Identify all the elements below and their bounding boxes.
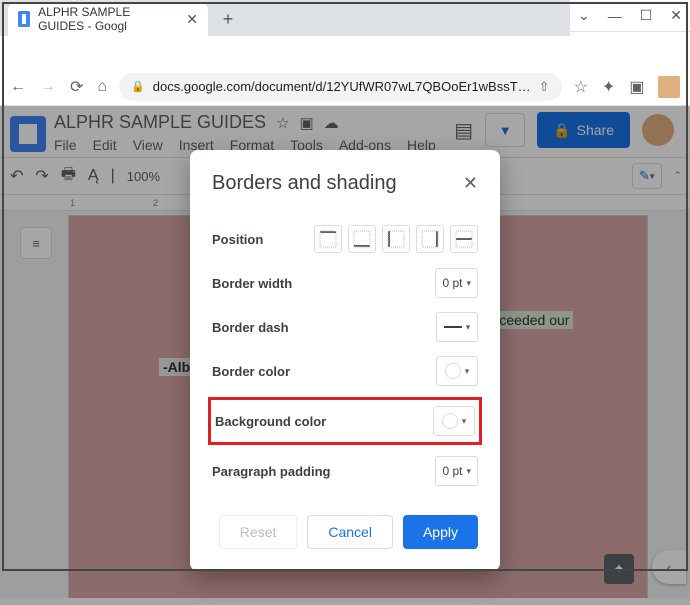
paragraph-padding-label: Paragraph padding: [212, 464, 330, 479]
forward-icon[interactable]: →: [40, 78, 56, 96]
borders-shading-dialog: Borders and shading ✕ Position Border wi…: [190, 150, 500, 571]
window-dropdown-icon[interactable]: ⌄: [578, 7, 590, 24]
browser-toolbar: ← → ⟳ ⌂ 🔒 docs.google.com/document/d/12Y…: [0, 68, 690, 106]
dialog-title: Borders and shading: [212, 172, 397, 195]
border-top-button[interactable]: [314, 225, 342, 253]
paragraph-padding-value: 0 pt: [442, 464, 462, 478]
border-left-button[interactable]: [382, 225, 410, 253]
dash-sample-icon: [444, 326, 462, 328]
color-swatch-icon: [445, 363, 461, 379]
border-width-label: Border width: [212, 276, 292, 291]
url-bar[interactable]: 🔒 docs.google.com/document/d/12YUfWR07wL…: [119, 73, 562, 101]
lock-icon: 🔒: [131, 80, 145, 93]
minimize-icon[interactable]: —: [608, 8, 622, 24]
caret-icon: ▾: [465, 366, 470, 377]
browser-tab[interactable]: ALPHR SAMPLE GUIDES - Googl ✕: [8, 2, 208, 36]
row-paragraph-padding: Paragraph padding 0 pt ▾: [212, 449, 478, 493]
new-tab-button[interactable]: +: [214, 5, 242, 33]
row-border-width: Border width 0 pt ▾: [212, 261, 478, 305]
row-position: Position: [212, 217, 478, 261]
caret-icon: ▾: [466, 278, 471, 289]
home-icon[interactable]: ⌂: [97, 78, 107, 96]
border-width-dropdown[interactable]: 0 pt ▾: [435, 268, 478, 298]
border-width-value: 0 pt: [442, 276, 462, 290]
app-area: ALPHR SAMPLE GUIDES ☆ ▣ ☁ File Edit View…: [0, 106, 690, 605]
paragraph-padding-dropdown[interactable]: 0 pt ▾: [435, 456, 478, 486]
share-url-icon[interactable]: ⇧: [539, 79, 550, 95]
bookmark-star-icon[interactable]: ☆: [574, 77, 588, 97]
docs-favicon-icon: [18, 11, 30, 27]
border-right-button[interactable]: [416, 225, 444, 253]
caret-icon: ▾: [466, 322, 471, 333]
row-background-color: Background color ▾: [208, 397, 482, 445]
url-text: docs.google.com/document/d/12YUfWR07wL7Q…: [153, 79, 531, 94]
border-color-label: Border color: [212, 364, 290, 379]
extensions-icon[interactable]: ✦: [602, 77, 615, 97]
border-dash-label: Border dash: [212, 320, 289, 335]
background-color-dropdown[interactable]: ▾: [433, 406, 475, 436]
dialog-close-icon[interactable]: ✕: [463, 173, 478, 194]
background-color-label: Background color: [215, 414, 326, 429]
border-between-button[interactable]: [450, 225, 478, 253]
close-window-icon[interactable]: ✕: [670, 7, 682, 24]
row-border-color: Border color ▾: [212, 349, 478, 393]
tab-title: ALPHR SAMPLE GUIDES - Googl: [38, 5, 178, 33]
caret-icon: ▾: [462, 416, 467, 427]
browser-profile-avatar[interactable]: [658, 76, 680, 98]
close-tab-icon[interactable]: ✕: [186, 11, 198, 28]
reset-button[interactable]: Reset: [219, 515, 298, 549]
color-swatch-icon: [442, 413, 458, 429]
browser-tab-strip: ALPHR SAMPLE GUIDES - Googl ✕ +: [0, 0, 570, 36]
row-border-dash: Border dash ▾: [212, 305, 478, 349]
side-panel-icon[interactable]: ▣: [629, 77, 644, 97]
reload-icon[interactable]: ⟳: [70, 77, 83, 97]
border-dash-dropdown[interactable]: ▾: [436, 312, 478, 342]
border-bottom-button[interactable]: [348, 225, 376, 253]
dialog-layer: Borders and shading ✕ Position Border wi…: [0, 106, 690, 605]
border-color-dropdown[interactable]: ▾: [436, 356, 478, 386]
maximize-icon[interactable]: ☐: [640, 7, 653, 24]
caret-icon: ▾: [466, 466, 471, 477]
cancel-button[interactable]: Cancel: [307, 515, 393, 549]
apply-button[interactable]: Apply: [403, 515, 478, 549]
position-label: Position: [212, 232, 263, 247]
back-icon[interactable]: ←: [10, 78, 26, 96]
